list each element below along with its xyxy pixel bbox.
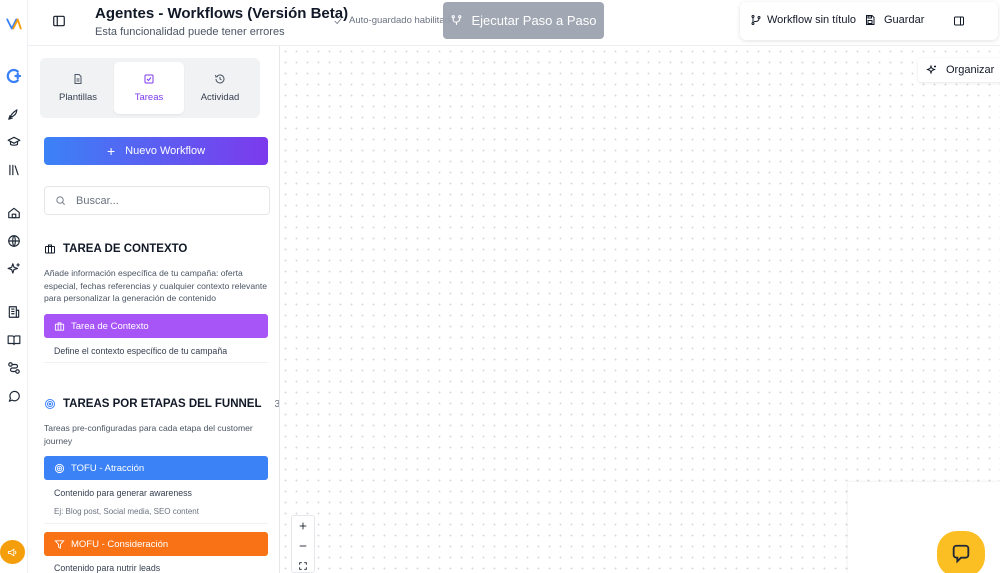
page-subtitle: Esta funcionalidad puede tener errores — [95, 26, 285, 38]
sidebar-toggle-button[interactable] — [50, 12, 68, 30]
task-context-item[interactable]: Tarea de Contexto — [44, 314, 268, 338]
save-icon — [866, 15, 875, 25]
home-icon[interactable] — [4, 203, 24, 223]
section-title-text: TAREAS POR ETAPAS DEL FUNNEL — [63, 398, 262, 410]
task-description: Define el contexto específico de tu camp… — [54, 346, 228, 356]
autosave-label: Auto-guardado habilitado — [349, 15, 456, 26]
panel-right-icon — [954, 16, 964, 26]
task-label: MOFU - Consideración — [71, 538, 169, 550]
library-icon[interactable] — [4, 160, 24, 180]
search-icon — [56, 196, 65, 205]
sparkles-icon — [926, 64, 936, 75]
zoom-out-button[interactable] — [292, 536, 314, 555]
sidebar-icon — [53, 15, 65, 27]
task-tofu-card — [44, 480, 268, 524]
funnel-section-description: Tareas pre-configuradas para cada etapa … — [44, 423, 253, 446]
panel-tabs: Plantillas Tareas Actividad — [40, 58, 260, 118]
target-icon — [54, 463, 65, 473]
tab-label: Tareas — [134, 92, 164, 103]
autosave-status: Auto-guardado habilitado — [333, 15, 455, 26]
save-label: Guardar — [884, 14, 925, 26]
chat-bubble-icon — [952, 544, 970, 564]
task-description: Contenido para generar awareness — [54, 488, 192, 498]
target-icon — [45, 399, 55, 409]
funnel-section-title: TAREAS POR ETAPAS DEL FUNNEL 3 — [44, 398, 279, 410]
logo-icon[interactable] — [4, 14, 24, 34]
minus-icon — [299, 545, 307, 546]
git-branch-icon — [452, 15, 462, 25]
search-input[interactable] — [76, 194, 246, 207]
panel-toggle-button[interactable] — [953, 14, 967, 28]
maximize-icon — [299, 561, 307, 570]
file-icon — [74, 74, 82, 84]
route-icon[interactable] — [4, 358, 24, 378]
task-tofu-item[interactable]: TOFU - Atracción — [44, 456, 268, 480]
briefcase-icon — [54, 321, 65, 331]
workflow-name[interactable]: Workflow sin título — [750, 14, 856, 26]
task-label: Tarea de Contexto — [71, 320, 149, 332]
chat-support-button[interactable] — [937, 531, 985, 573]
context-section-description: Añade información específica de tu campa… — [44, 268, 268, 303]
briefcase-icon — [45, 244, 55, 254]
workflow-name-label: Workflow sin título — [767, 14, 857, 26]
history-icon — [215, 74, 225, 84]
rocket-icon[interactable] — [4, 104, 24, 124]
zoom-controls — [291, 515, 315, 573]
task-mofu-item[interactable]: MOFU - Consideración — [44, 532, 268, 556]
page-title: Agentes - Workflows (Versión Beta) — [95, 5, 349, 22]
tab-plantillas[interactable]: Plantillas — [43, 62, 113, 114]
tab-actividad[interactable]: Actividad — [185, 62, 255, 114]
organize-label: Organizar — [946, 64, 995, 76]
plus-icon: + — [106, 143, 116, 159]
chat-bubble-icon[interactable] — [4, 386, 24, 406]
zoom-in-button[interactable] — [292, 516, 314, 535]
new-workflow-label: Nuevo Workflow — [125, 145, 206, 157]
fit-view-button[interactable] — [292, 556, 314, 573]
tasks-panel: Plantillas Tareas Actividad + Nuevo Work… — [28, 46, 280, 573]
check-icon — [334, 17, 342, 24]
task-description: Contenido para nutrir leads — [54, 563, 161, 573]
task-label: TOFU - Atracción — [71, 462, 145, 474]
save-button[interactable]: Guardar — [864, 14, 924, 26]
book-icon[interactable] — [4, 330, 24, 350]
top-header: Agentes - Workflows (Versión Beta) Esta … — [28, 0, 1000, 46]
megaphone-icon — [7, 547, 17, 557]
plus-icon — [299, 522, 307, 529]
run-step-button[interactable]: Ejecutar Paso a Paso — [443, 2, 604, 39]
organize-button[interactable]: Organizar — [918, 58, 1000, 82]
tab-tareas[interactable]: Tareas — [114, 62, 184, 114]
section-title-text: TAREA DE CONTEXTO — [63, 243, 188, 255]
search-field — [44, 186, 270, 215]
check-square-icon — [144, 74, 154, 84]
workflow-toolbar: Workflow sin título Guardar — [740, 2, 998, 40]
filter-icon — [54, 539, 65, 549]
building-icon[interactable] — [4, 302, 24, 322]
globe-icon[interactable] — [4, 231, 24, 251]
tab-label: Plantillas — [58, 92, 98, 103]
context-section-title: TAREA DE CONTEXTO — [44, 243, 187, 255]
c-plus-icon[interactable] — [4, 66, 24, 86]
icon-rail — [0, 0, 28, 573]
tab-label: Actividad — [200, 92, 240, 103]
run-step-label: Ejecutar Paso a Paso — [471, 13, 597, 28]
graduation-cap-icon[interactable] — [4, 132, 24, 152]
task-example: Ej: Blog post, Social media, SEO content — [54, 507, 199, 516]
git-branch-icon — [751, 15, 761, 25]
new-workflow-button[interactable]: + Nuevo Workflow — [44, 137, 268, 165]
announcement-button[interactable] — [0, 540, 25, 564]
sparkles-icon[interactable] — [4, 259, 24, 279]
